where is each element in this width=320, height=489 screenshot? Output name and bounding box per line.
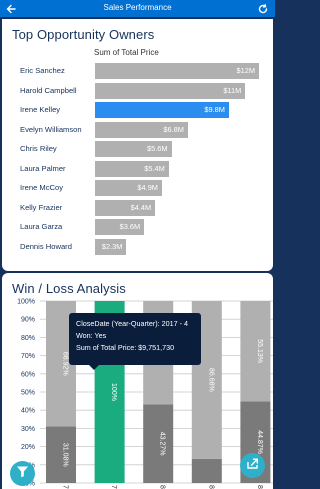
tooltip-line-won: Won: Yes	[76, 331, 107, 340]
owner-row[interactable]: Kelly Frazier $4.4M	[2, 199, 273, 217]
top-owners-card: Top Opportunity Owners Sum of Total Pric…	[2, 19, 273, 271]
owner-value-label: $6.8M	[163, 124, 184, 134]
share-icon	[246, 457, 259, 475]
x-category-label: 7 - 4	[110, 485, 117, 489]
x-category-label: 8 - 1	[159, 485, 166, 489]
owner-name: Evelyn Williamson	[20, 124, 82, 134]
bar-segment[interactable]	[240, 301, 271, 402]
measure-label: Sum of Total Price	[94, 48, 159, 57]
owner-bar[interactable]	[95, 63, 259, 79]
owner-name: Dennis Howard	[20, 241, 72, 251]
owner-value-label: $12M	[236, 66, 256, 75]
bar-value-label: 100%	[110, 383, 117, 401]
x-category-label: 7 - 3	[62, 485, 69, 489]
owner-value-label: $3.6M	[119, 222, 141, 231]
bar-value-label: 55.13%	[256, 339, 263, 363]
owner-row[interactable]: Harold Campbell $11M	[2, 82, 273, 100]
owner-value-label: $5.4M	[144, 163, 165, 173]
y-tick-label: 60%	[21, 371, 35, 378]
bar-value-label: 86.68%	[207, 368, 214, 392]
owner-value-label: $2.3M	[101, 241, 123, 251]
y-tick-label: 20%	[21, 444, 35, 451]
win-loss-title: Win / Loss Analysis	[12, 281, 126, 296]
owner-name: Irene Kelley	[20, 105, 61, 114]
bar-value-label: 44.87%	[256, 430, 263, 454]
top-owners-title: Top Opportunity Owners	[12, 27, 155, 42]
chart-tooltip: CloseDate (Year-Quarter): 2017 - 4 Won: …	[69, 313, 201, 370]
x-category-label: 8 - 3	[256, 485, 263, 489]
bar-value-label: 31.08%	[62, 443, 69, 467]
filter-icon	[16, 465, 29, 483]
y-tick-label: 50%	[21, 390, 35, 397]
owner-row[interactable]: Chris Riley $5.6M	[2, 140, 273, 158]
owner-name: Laura Palmer	[20, 163, 66, 173]
bar-segment[interactable]	[191, 458, 222, 483]
owner-name: Chris Riley	[20, 144, 57, 153]
y-tick-label: 100%	[17, 299, 35, 306]
bar-value-label: 43.27%	[159, 432, 166, 456]
y-tick-label: 80%	[21, 335, 35, 342]
win-loss-card: Win / Loss Analysis 0%10%20%30%40%50%60%…	[2, 273, 273, 489]
owner-name: Harold Campbell	[20, 85, 77, 95]
owner-value-label: $4.4M	[130, 202, 152, 212]
y-tick-label: 90%	[21, 317, 35, 324]
dashboard-title: Sales Performance	[103, 3, 172, 12]
bar-segment[interactable]	[46, 426, 76, 483]
owner-row[interactable]: Eric Sanchez $12M	[2, 62, 273, 80]
tooltip-line-date: CloseDate (Year-Quarter): 2017 - 4	[76, 319, 188, 328]
bar-value-label: 68.92%	[62, 352, 69, 376]
owner-value-label: $4.9M	[137, 183, 158, 192]
owner-row[interactable]: Laura Palmer $5.4M	[2, 160, 273, 178]
owner-row[interactable]: Evelyn Williamson $6.8M	[2, 121, 273, 139]
y-tick-label: 70%	[21, 353, 35, 360]
owner-row[interactable]: Irene Kelley $9.8M	[2, 101, 273, 119]
owner-value-label: $5.6M	[147, 144, 168, 153]
owner-name: Irene McCoy	[20, 183, 64, 192]
owner-row[interactable]: Irene McCoy $4.9M	[2, 179, 273, 197]
owner-name: Kelly Frazier	[20, 202, 63, 212]
owner-value-label: $9.8M	[204, 105, 225, 114]
owner-row[interactable]: Dennis Howard $2.3M	[2, 238, 273, 256]
app-header: Sales Performance	[0, 0, 275, 17]
y-tick-label: 40%	[21, 408, 35, 415]
owner-value-label: $11M	[223, 85, 242, 95]
owner-name: Eric Sanchez	[20, 66, 65, 75]
y-tick-label: 30%	[21, 426, 35, 433]
owner-name: Laura Garza	[20, 222, 63, 231]
x-category-label: 8 - 2	[207, 485, 214, 489]
refresh-icon[interactable]	[257, 2, 269, 14]
tooltip-line-price: Sum of Total Price: $9,751,730	[76, 343, 175, 352]
owner-row[interactable]: Laura Garza $3.6M	[2, 218, 273, 236]
share-button[interactable]	[240, 453, 265, 478]
bar-segment[interactable]	[143, 404, 174, 483]
filter-button[interactable]	[10, 461, 35, 486]
